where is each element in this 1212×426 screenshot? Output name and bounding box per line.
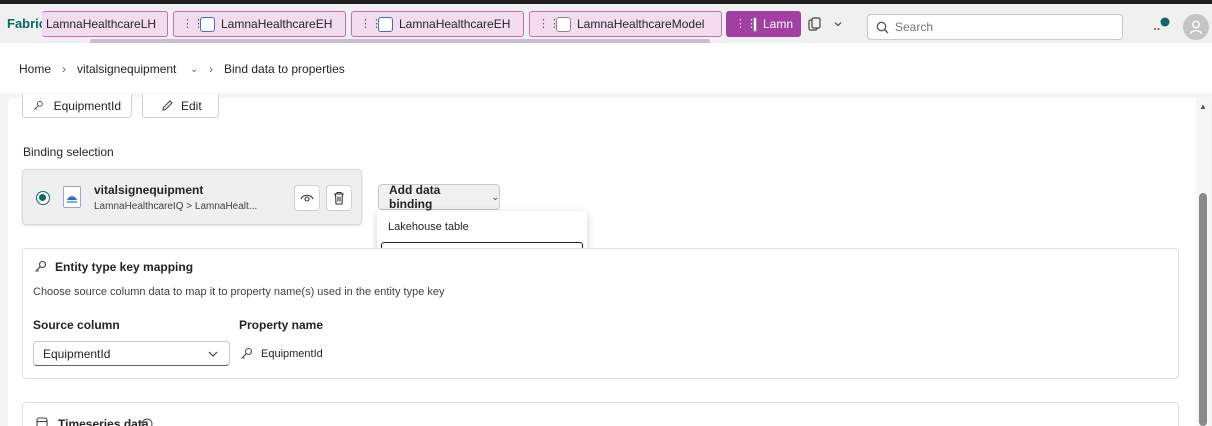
eventhouse-icon bbox=[200, 16, 215, 32]
edit-button[interactable]: Edit bbox=[142, 94, 219, 118]
tab-lakehouse[interactable]: LamnaHealthcareLH bbox=[42, 11, 168, 37]
key-icon bbox=[35, 260, 47, 272]
chevron-right-icon: › bbox=[62, 62, 66, 76]
lakehouse-icon bbox=[63, 186, 81, 208]
tab-label: LamnaHealthcareLH bbox=[46, 17, 157, 31]
breadcrumb-current: Bind data to properties bbox=[224, 62, 345, 76]
scroll-up-icon[interactable]: ▲ bbox=[1199, 102, 1207, 111]
pencil-icon bbox=[162, 100, 173, 111]
tab-label: LamnaHealthcareEH bbox=[399, 17, 511, 31]
tab-active[interactable]: ⋮⋮ Lamn bbox=[726, 11, 801, 37]
tab-model[interactable]: ⋮⋮ LamnaHealthcareModel bbox=[529, 11, 722, 37]
add-data-binding-button[interactable]: Add data binding ⌄ bbox=[378, 183, 500, 211]
tab-label: LamnaHealthcareModel bbox=[577, 17, 705, 31]
entity-key-button[interactable]: EquipmentId bbox=[22, 94, 132, 118]
scrollbar-thumb[interactable] bbox=[1199, 193, 1207, 426]
property-name-label: Property name bbox=[239, 318, 324, 332]
breadcrumb: Home › vitalsignequipment ⌄ › Bind data … bbox=[0, 43, 1212, 93]
brand-label[interactable]: Fabric bbox=[7, 16, 46, 31]
binding-subtitle: LamnaHealthcareIQ > LamnaHealt... bbox=[94, 201, 258, 212]
menu-item-lakehouse-table[interactable]: Lakehouse table bbox=[388, 221, 469, 233]
key-icon bbox=[241, 347, 253, 359]
notification-icon[interactable] bbox=[1152, 17, 1170, 33]
preview-button[interactable] bbox=[294, 185, 320, 211]
source-column-label: Source column bbox=[33, 318, 120, 332]
tab-eventhouse-1[interactable]: ⋮⋮ LamnaHealthcareEH bbox=[173, 11, 346, 37]
copy-icon[interactable] bbox=[808, 17, 822, 34]
search-input[interactable] bbox=[895, 20, 1115, 34]
mapping-title: Entity type key mapping bbox=[55, 260, 194, 274]
model-icon bbox=[556, 16, 571, 32]
search-icon bbox=[876, 21, 889, 33]
info-icon[interactable] bbox=[141, 418, 153, 426]
workspace-icon: ⋮⋮ bbox=[360, 18, 382, 30]
breadcrumb-item[interactable]: vitalsignequipment bbox=[77, 62, 176, 76]
add-data-binding-label: Add data binding bbox=[389, 183, 441, 211]
edit-label: Edit bbox=[181, 98, 202, 113]
search-box[interactable] bbox=[867, 14, 1123, 40]
binding-selection-label: Binding selection bbox=[23, 145, 114, 159]
chevron-down-icon: ⌄ bbox=[491, 191, 499, 202]
vertical-scrollbar[interactable]: ▲ bbox=[1196, 98, 1210, 426]
workspace-icon: ⋮⋮ bbox=[735, 18, 757, 30]
timeseries-title: Timeseries data bbox=[58, 417, 149, 426]
workspace-icon: ⋮⋮ bbox=[538, 18, 560, 30]
tab-eventhouse-2[interactable]: ⋮⋮ LamnaHealthcareEH bbox=[351, 11, 524, 37]
source-column-dropdown[interactable]: EquipmentId bbox=[33, 341, 230, 366]
property-name-value: EquipmentId bbox=[261, 348, 323, 360]
source-column-value: EquipmentId bbox=[43, 346, 111, 361]
avatar[interactable] bbox=[1183, 14, 1209, 40]
workspace-icon: ⋮⋮ bbox=[182, 18, 204, 30]
breadcrumb-home[interactable]: Home bbox=[19, 62, 51, 76]
mapping-description: Choose source column data to map it to p… bbox=[33, 286, 445, 298]
binding-radio[interactable] bbox=[36, 191, 50, 205]
timeseries-card: Timeseries data bbox=[22, 402, 1179, 426]
trash-icon bbox=[334, 191, 344, 205]
eye-icon bbox=[300, 194, 314, 202]
database-icon bbox=[36, 417, 48, 426]
binding-card[interactable]: vitalsignequipment LamnaHealthcareIQ > L… bbox=[22, 169, 362, 225]
chevron-down-icon[interactable] bbox=[833, 17, 843, 32]
key-icon bbox=[33, 100, 43, 110]
chevron-right-icon: › bbox=[209, 62, 213, 76]
top-bar: Fabric LamnaHealthcareLH ⋮⋮ LamnaHealthc… bbox=[0, 0, 1212, 44]
chevron-down-icon[interactable]: ⌄ bbox=[190, 64, 198, 75]
entity-key-label: EquipmentId bbox=[53, 98, 121, 113]
tab-label: Lamn bbox=[762, 17, 793, 31]
ontology-icon bbox=[753, 16, 757, 32]
eventhouse-icon bbox=[378, 16, 393, 32]
binding-title: vitalsignequipment bbox=[94, 183, 204, 197]
delete-button[interactable] bbox=[326, 185, 352, 211]
tab-label: LamnaHealthcareEH bbox=[221, 17, 333, 31]
chevron-down-icon bbox=[208, 351, 218, 357]
